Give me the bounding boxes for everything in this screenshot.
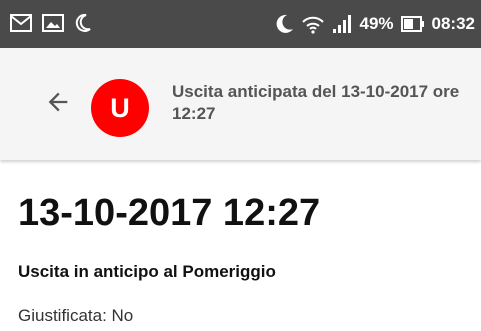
event-date-time: 13-10-2017 12:27 [18,192,321,234]
avatar: U [91,79,149,137]
mail-icon [10,14,32,32]
wifi-icon [302,16,325,34]
status-bar: 49% 08:32 [0,0,481,48]
status-left-icons [10,13,92,33]
night-mode-icon [75,13,91,32]
status-time: 08:32 [431,14,475,33]
page-title: Uscita anticipata del 13-10-2017 ore 12:… [172,82,460,123]
status-right-icons: 49% 08:32 [274,13,475,35]
justified-status: Giustificata: No [18,306,134,325]
battery-percentage: 49% [359,14,394,33]
image-icon [42,14,64,32]
moon-icon [277,14,294,33]
back-arrow-icon[interactable] [44,88,72,116]
app-bar: U Uscita anticipata del 13-10-2017 ore 1… [0,48,481,160]
battery-icon [400,16,424,32]
signal-icon [333,15,352,33]
event-type: Uscita in anticipo al Pomeriggio [18,262,276,281]
